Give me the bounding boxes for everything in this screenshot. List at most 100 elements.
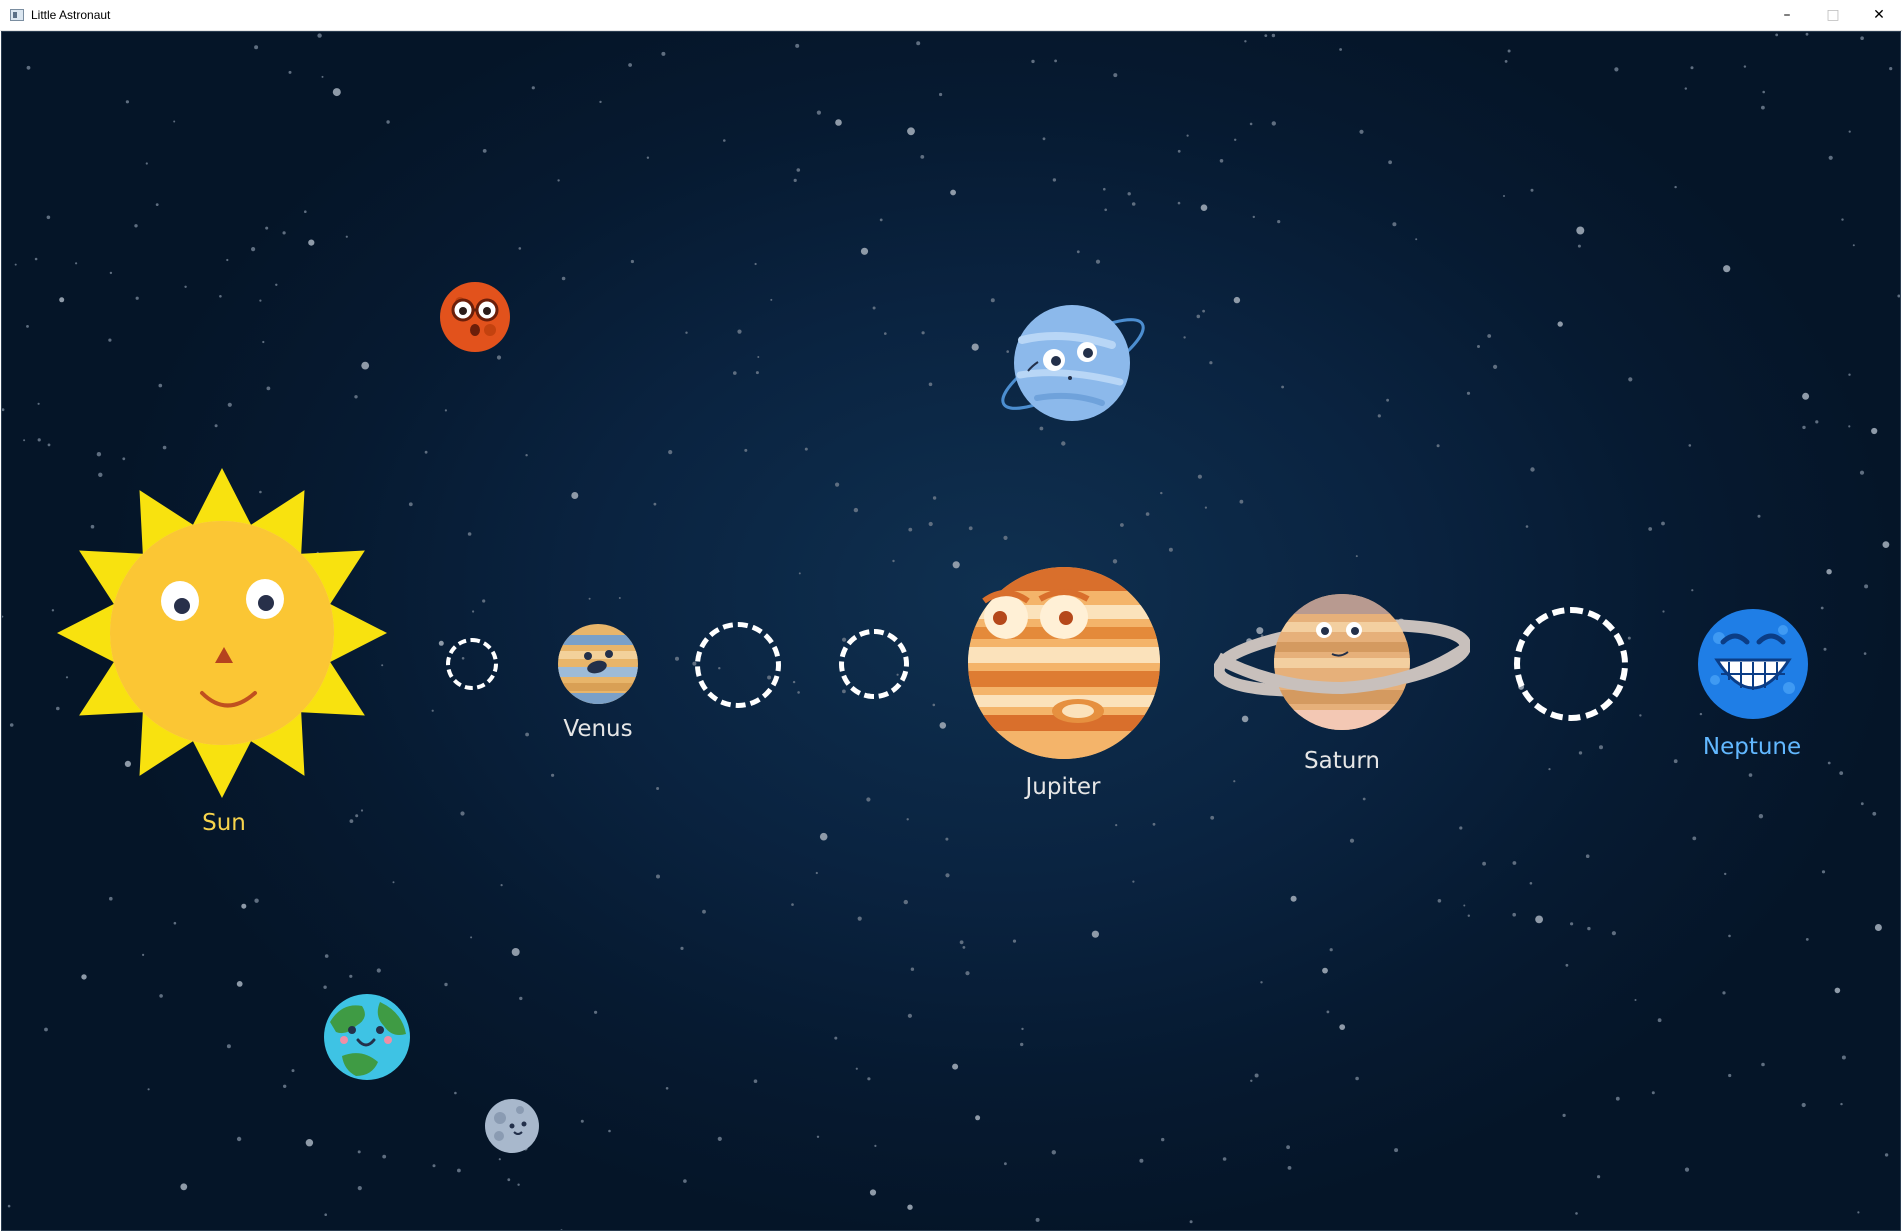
neptune-icon[interactable] [1697,608,1809,720]
star [2,615,4,618]
minimize-icon: – [1783,7,1791,23]
star [26,325,29,328]
star [498,1158,501,1161]
star [1889,67,1893,71]
star [815,871,818,875]
saturn-icon[interactable] [1214,592,1470,736]
star [1355,555,1358,558]
star [737,329,742,334]
star [1512,912,1516,917]
star [1848,425,1851,428]
moon-icon[interactable] [484,1098,540,1154]
star [1281,385,1284,389]
star [630,259,635,264]
star [1177,149,1181,153]
star [884,332,887,335]
star [1597,1175,1601,1179]
star [588,597,591,600]
star [2,408,5,412]
star [1821,870,1826,874]
star [304,210,307,213]
star [444,982,448,987]
star [1322,967,1328,974]
star [1805,938,1809,941]
star [834,1036,838,1040]
star [1339,1024,1346,1030]
mercury-slot[interactable] [446,638,498,690]
star [324,954,329,958]
star [1152,822,1156,826]
star [1415,238,1418,241]
window-titlebar[interactable]: Little Astronaut – □ ✕ [0,0,1902,31]
star [1578,751,1583,755]
mars-slot[interactable] [839,629,909,699]
star [1239,499,1244,504]
minimize-button[interactable]: – [1764,0,1810,30]
star [1525,525,1529,528]
star [872,306,876,310]
star [1329,948,1333,952]
star [646,156,650,159]
star [376,968,381,973]
close-button[interactable]: ✕ [1856,0,1902,30]
star [46,215,51,220]
star [1115,824,1118,827]
star [1570,922,1574,926]
star [798,572,801,575]
star [1233,780,1236,783]
star [1482,861,1486,866]
star [147,1088,150,1091]
star [1691,589,1694,592]
star [959,940,964,945]
earth-slot[interactable] [695,622,781,708]
star [275,283,278,286]
star [1386,398,1389,402]
jupiter-icon[interactable] [966,565,1162,761]
star [797,691,800,694]
star [360,809,364,812]
star [349,819,354,823]
star [1577,244,1581,248]
star [214,424,218,428]
star [819,832,828,841]
uranus-icon[interactable] [992,300,1154,424]
star [1673,759,1678,764]
star [907,127,915,136]
star [96,452,102,457]
star [755,371,759,375]
star [265,226,269,230]
star [173,120,176,123]
star [1113,73,1118,78]
maximize-button[interactable]: □ [1810,0,1856,30]
star [81,974,87,980]
star [1762,90,1765,94]
star [1628,377,1633,382]
star [47,443,51,447]
star [653,502,657,506]
venus-icon[interactable] [557,623,639,705]
star [386,120,390,124]
star [1466,391,1471,395]
star [855,1067,858,1070]
star [1857,1211,1860,1214]
star [1112,559,1118,564]
star [907,1013,913,1018]
mars-icon[interactable] [438,280,512,354]
star [1627,636,1631,640]
uranus-slot[interactable] [1514,607,1628,721]
star [702,909,706,914]
star [1177,201,1181,205]
earth-icon[interactable] [322,992,412,1082]
star [1841,218,1844,221]
star [496,355,502,360]
star [122,457,126,461]
star [125,100,129,104]
game-canvas[interactable]: Sun Venus Jupiter Saturn Neptune [1,31,1901,1231]
saturn-label: Saturn [1304,748,1380,774]
star [1748,773,1753,777]
star [1234,138,1237,141]
star [1168,547,1173,552]
star [656,787,660,790]
star [842,689,846,694]
star [1186,134,1189,137]
